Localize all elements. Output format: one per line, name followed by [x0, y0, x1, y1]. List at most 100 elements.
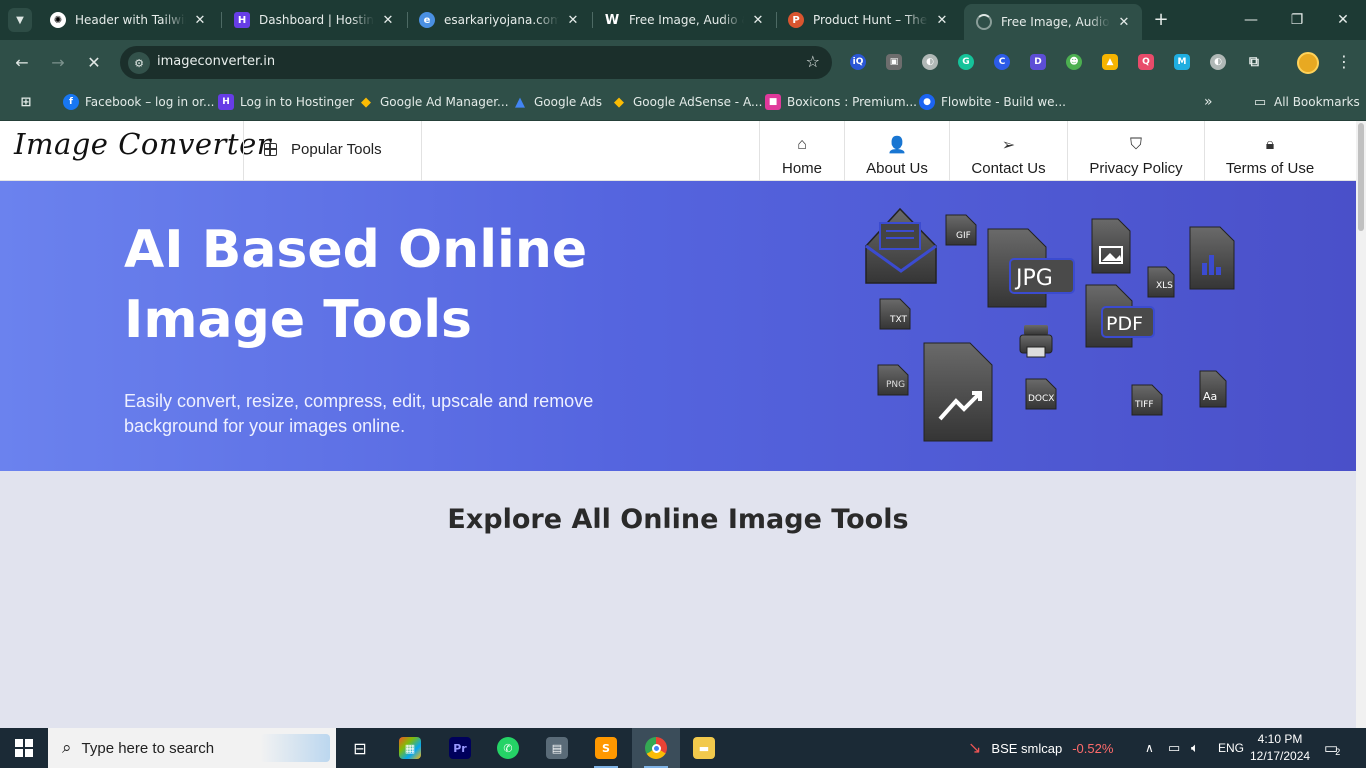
- extension-swirl2-icon[interactable]: ◐: [1210, 54, 1226, 70]
- tab-free-image-1[interactable]: W Free Image, Audio & ✕: [592, 4, 776, 36]
- stock-name: BSE smlcap: [991, 740, 1063, 756]
- close-icon[interactable]: ✕: [1116, 15, 1132, 30]
- header-divider: [421, 121, 422, 181]
- language-indicator[interactable]: ENG: [1218, 728, 1244, 768]
- extension-frog-icon[interactable]: ☻: [1066, 54, 1082, 70]
- address-bar[interactable]: ⚙ imageconverter.in ☆: [120, 46, 832, 79]
- profile-avatar[interactable]: [1297, 52, 1319, 74]
- producthunt-icon: P: [788, 12, 804, 28]
- extension-swirl-icon[interactable]: ◐: [922, 54, 938, 70]
- site-info-icon[interactable]: ⚙: [128, 52, 150, 74]
- envelope-icon: [865, 207, 937, 284]
- close-icon[interactable]: ✕: [565, 13, 581, 28]
- analytics-file-icon: [923, 342, 993, 442]
- sublime-text-icon[interactable]: S: [582, 728, 630, 768]
- file-label: XLS: [1156, 281, 1173, 291]
- nav-contact-us[interactable]: ➢ Contact Us: [950, 121, 1067, 181]
- extension-d-icon[interactable]: D: [1030, 54, 1046, 70]
- more-bookmarks-chevron-icon[interactable]: »: [1204, 92, 1213, 112]
- menu-kebab-icon[interactable]: ⋮: [1336, 52, 1352, 71]
- nav-home[interactable]: ⌂ Home: [760, 121, 844, 181]
- restore-icon[interactable]: ❐: [1274, 0, 1320, 40]
- premiere-pro-icon[interactable]: Pr: [436, 728, 484, 768]
- extension-bell-icon[interactable]: ▲: [1102, 54, 1118, 70]
- tab-product-hunt[interactable]: P Product Hunt – The b ✕: [776, 4, 960, 36]
- file-explorer-icon[interactable]: ▬: [680, 728, 728, 768]
- font-file-icon: Aa: [1199, 370, 1227, 408]
- close-icon[interactable]: ✕: [750, 13, 766, 28]
- windows-start-icon[interactable]: [0, 728, 48, 768]
- close-icon[interactable]: ✕: [192, 13, 208, 28]
- microsoft-store-icon[interactable]: ▦: [386, 728, 434, 768]
- bookmark-flowbite[interactable]: ● Flowbite - Build we...: [919, 92, 1066, 112]
- scrollbar-thumb[interactable]: [1358, 123, 1364, 231]
- lock-icon: 🔒︎: [1265, 136, 1275, 153]
- volume-icon[interactable]: 🔈︎: [1191, 728, 1199, 768]
- tab-title: esarkariyojana.com -: [444, 13, 559, 27]
- nav-terms-of-use[interactable]: 🔒︎ Terms of Use: [1205, 121, 1335, 181]
- folder-icon: ▭: [1253, 94, 1267, 110]
- taskbar-search-input[interactable]: ⌕ Type here to search: [48, 728, 336, 768]
- tab-esarkariyojana[interactable]: e esarkariyojana.com - ✕: [407, 4, 591, 36]
- nav-about-us[interactable]: 👤 About Us: [845, 121, 949, 181]
- stock-widget[interactable]: ↘ BSE smlcap -0.52%: [968, 728, 1113, 768]
- search-highlight-image: [260, 734, 330, 762]
- tab-header-tailwind[interactable]: ✺ Header with Tailwind ✕: [38, 4, 218, 36]
- page-scrollbar[interactable]: [1356, 121, 1366, 728]
- network-icon[interactable]: ▭: [1168, 728, 1180, 768]
- paper-plane-icon: ➢: [1001, 137, 1016, 154]
- tab-title: Free Image, Audio &: [1001, 15, 1110, 29]
- file-label: TIFF: [1134, 400, 1154, 410]
- bookmark-hostinger[interactable]: H Log in to Hostinger: [218, 92, 354, 112]
- file-label: GIF: [956, 231, 971, 241]
- bookmark-ad-manager[interactable]: ◆ Google Ad Manager...: [358, 92, 509, 112]
- bookmark-facebook[interactable]: f Facebook – log in or...: [63, 92, 215, 112]
- extension-c-icon[interactable]: C: [994, 54, 1010, 70]
- nav-label: Contact Us: [971, 160, 1046, 177]
- stop-loading-icon[interactable]: ✕: [82, 50, 106, 74]
- show-hidden-icons-chevron-icon[interactable]: ∧: [1145, 728, 1154, 768]
- google-ads-icon: ▲: [515, 94, 525, 110]
- whatsapp-icon[interactable]: ✆: [484, 728, 532, 768]
- notification-center-icon[interactable]: ▭ 2: [1324, 728, 1340, 768]
- extensions-puzzle-icon[interactable]: ⧉: [1246, 54, 1262, 70]
- stock-change: -0.52%: [1072, 740, 1114, 756]
- window-close-icon[interactable]: ✕: [1320, 0, 1366, 40]
- url-text[interactable]: imageconverter.in: [157, 54, 275, 69]
- tab-hostinger[interactable]: H Dashboard | Hostinger ✕: [222, 4, 406, 36]
- extension-toolbox-icon[interactable]: ▣: [886, 54, 902, 70]
- file-label: PNG: [886, 380, 905, 390]
- txt-file-icon: TXT: [879, 298, 911, 330]
- close-icon[interactable]: ✕: [934, 13, 950, 28]
- site-logo[interactable]: Image Converter: [14, 127, 271, 161]
- hero-banner: AI Based Online Image Tools Easily conve…: [0, 181, 1356, 471]
- back-arrow-icon[interactable]: ←: [10, 50, 34, 74]
- boxicons-icon: ■: [765, 94, 781, 110]
- minimize-icon[interactable]: —: [1228, 0, 1274, 40]
- all-bookmarks-folder[interactable]: ▭ All Bookmarks: [1252, 92, 1360, 112]
- calculator-icon[interactable]: ▤: [533, 728, 581, 768]
- nav-privacy-policy[interactable]: ⛉ Privacy Policy: [1068, 121, 1204, 181]
- apps-grid-icon[interactable]: ⊞: [18, 92, 40, 112]
- bookmark-adsense[interactable]: ◆ Google AdSense - A...: [611, 92, 762, 112]
- bookmark-label: Log in to Hostinger: [240, 95, 355, 109]
- chrome-icon[interactable]: [632, 728, 680, 768]
- forward-arrow-icon[interactable]: →: [46, 50, 70, 74]
- gif-file-icon: GIF: [945, 214, 977, 246]
- bookmark-boxicons[interactable]: ■ Boxicons : Premium...: [765, 92, 917, 112]
- extension-iq-icon[interactable]: iQ: [850, 54, 866, 70]
- bookmark-google-ads[interactable]: ▲ Google Ads: [512, 92, 602, 112]
- taskbar-clock[interactable]: 4:10 PM 12/17/2024: [1250, 731, 1310, 765]
- extension-q-icon[interactable]: Q: [1138, 54, 1154, 70]
- task-view-icon[interactable]: ⊟: [336, 728, 384, 768]
- bookmark-star-icon[interactable]: ☆: [806, 52, 820, 71]
- new-tab-plus-icon[interactable]: +: [1150, 9, 1172, 31]
- grammarly-icon[interactable]: G: [958, 54, 974, 70]
- close-icon[interactable]: ✕: [380, 13, 396, 28]
- pdf-file-icon: PDF: [1085, 284, 1155, 348]
- tab-search-chevron-icon[interactable]: ▼: [8, 8, 32, 32]
- extension-m-icon[interactable]: M: [1174, 54, 1190, 70]
- printer-icon: [1019, 325, 1053, 358]
- popular-tools-button[interactable]: Popular Tools: [264, 141, 382, 158]
- tab-free-image-active[interactable]: Free Image, Audio & ✕: [964, 4, 1142, 40]
